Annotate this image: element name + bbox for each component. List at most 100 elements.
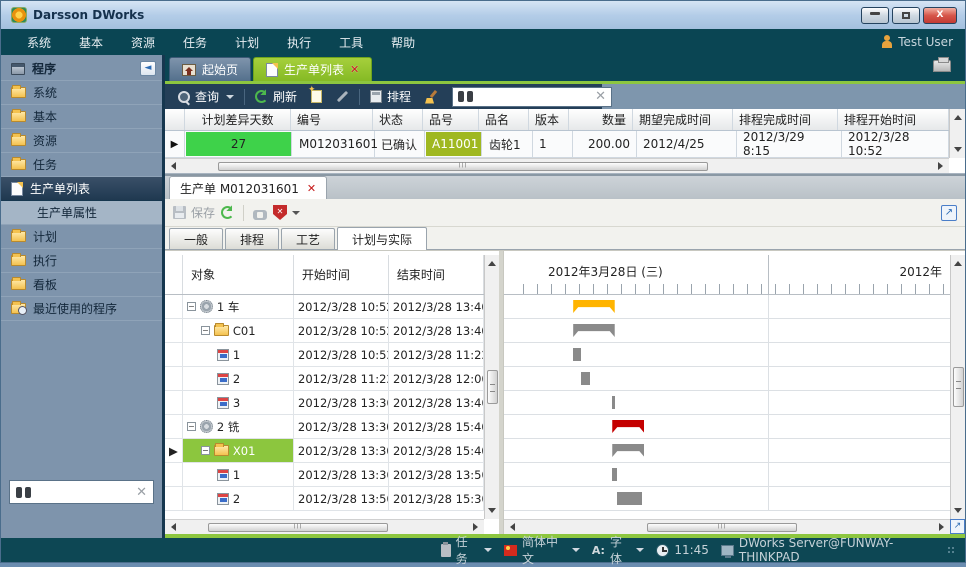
sidebar-item-system[interactable]: 系统 [1,81,162,105]
gantt-bar-machine2[interactable] [612,420,644,433]
gantt-bar-op1[interactable] [573,348,580,361]
col-plan-diff-days[interactable]: 计划差异天数 [185,109,291,130]
tab-order-list[interactable]: 生产单列表 ✕ [253,57,372,81]
tab-home[interactable]: 起始页 [169,57,251,81]
tree-table-vscrollbar[interactable] [484,255,499,519]
col-sched-finish[interactable]: 排程完成时间 [733,109,838,130]
tab-process[interactable]: 工艺 [281,228,335,249]
cell-status: 已确认 [375,131,425,157]
folder-icon [11,135,26,146]
tab-plan-vs-actual[interactable]: 计划与实际 [337,227,427,250]
gantt-bar-c01[interactable] [573,324,615,337]
gantt-bar-op1b[interactable] [612,468,617,481]
sidebar-item-resource[interactable]: 资源 [1,129,162,153]
schedule-button[interactable]: 排程 [363,86,418,107]
col-object[interactable]: 对象 [183,255,294,294]
sidebar-search-input[interactable] [37,485,130,499]
document-tab-bar: 起始页 生产单列表 ✕ [165,55,965,81]
menu-help[interactable]: 帮助 [377,30,429,55]
collapse-expander-icon[interactable]: − [201,326,210,335]
minimize-button[interactable] [861,7,889,24]
menu-resource[interactable]: 资源 [117,30,169,55]
menu-plan[interactable]: 计划 [221,30,273,55]
sidebar-item-recent[interactable]: 最近使用的程序 [1,297,162,321]
col-item-no[interactable]: 品号 [423,109,479,130]
sidebar-item-task[interactable]: 任务 [1,153,162,177]
gantt-hscrollbar[interactable] [504,519,950,534]
gantt-bar-op2b[interactable] [617,492,642,505]
col-status[interactable]: 状态 [373,109,423,130]
col-version[interactable]: 版本 [529,109,569,130]
gantt-popout-icon[interactable]: ↗ [950,519,965,534]
sidebar-search-clear-icon[interactable]: ✕ [136,485,147,500]
resize-grip[interactable] [947,546,955,554]
popout-icon[interactable]: ↗ [941,205,957,221]
tree-row-op2b[interactable]: 2 2012/3/28 13:50 2012/3/28 15:30 [165,487,499,511]
sidebar-item-order-list[interactable]: 生产单列表 [1,177,162,201]
table-row[interactable]: ▶ 27 M012031601 已确认 A11001 齿轮1 1 200.00 … [165,131,965,158]
col-qty[interactable]: 数量 [569,109,633,130]
menu-system[interactable]: 系统 [13,30,65,55]
gantt-bar-machine1[interactable] [573,300,615,313]
tree-row-x01-selected[interactable]: ▶ −X01 2012/3/28 13:30 2012/3/28 15:40 [165,439,499,463]
col-end-time[interactable]: 结束时间 [389,255,484,294]
edit-button[interactable] [329,93,356,100]
tree-row-op3[interactable]: 3 2012/3/28 13:30 2012/3/28 13:40 [165,391,499,415]
menu-execute[interactable]: 执行 [273,30,325,55]
orders-grid-hscrollbar[interactable] [165,158,949,173]
collapse-expander-icon[interactable]: − [187,422,196,431]
tree-row-c01[interactable]: −C01 2012/3/28 10:52 2012/3/28 13:40 [165,319,499,343]
gantt-bar-op2[interactable] [581,372,590,385]
toolbar-search-clear-icon[interactable]: ✕ [595,89,606,104]
printer-icon[interactable] [933,60,951,72]
col-expected-finish[interactable]: 期望完成时间 [633,109,733,130]
tab-close-icon[interactable]: ✕ [350,63,359,76]
menu-tools[interactable]: 工具 [325,30,377,55]
gantt-bar-x01[interactable] [612,444,644,457]
tree-row-op1b[interactable]: 1 2012/3/28 13:30 2012/3/28 13:50 [165,463,499,487]
sidebar-item-execute[interactable]: 执行 [1,249,162,273]
tab-schedule[interactable]: 排程 [225,228,279,249]
col-sched-start[interactable]: 排程开始时间 [838,109,949,130]
detail-tab[interactable]: 生产单 M012031601 ✕ [169,176,327,199]
statusbar-task-menu[interactable]: 任务 [441,533,492,567]
restore-button[interactable] [892,7,920,24]
collapse-expander-icon[interactable]: − [187,302,196,311]
link-button[interactable] [253,208,267,218]
sidebar-item-plan[interactable]: 计划 [1,225,162,249]
orders-grid-vscrollbar[interactable] [949,109,965,158]
tree-table-hscrollbar[interactable] [165,519,484,534]
statusbar-font-menu[interactable]: A: 字体 [592,533,645,567]
tree-row-op2[interactable]: 2 2012/3/28 11:22 2012/3/28 12:00 [165,367,499,391]
tab-general[interactable]: 一般 [169,228,223,249]
col-item-name[interactable]: 品名 [479,109,529,130]
col-start-time[interactable]: 开始时间 [294,255,389,294]
detail-tab-close-icon[interactable]: ✕ [307,182,316,195]
sidebar-item-basic[interactable]: 基本 [1,105,162,129]
detail-refresh-button[interactable] [221,206,234,219]
tree-row-op1[interactable]: 1 2012/3/28 10:52 2012/3/28 11:22 [165,343,499,367]
close-button[interactable]: X [923,7,957,24]
sidebar-item-board[interactable]: 看板 [1,273,162,297]
new-button[interactable] [304,88,329,105]
gantt-vscrollbar[interactable] [950,255,965,519]
sidebar-item-order-props[interactable]: 生产单属性 [1,201,162,225]
col-code[interactable]: 编号 [291,109,373,130]
chevron-down-icon [484,548,492,552]
save-button[interactable]: 保存 [173,204,215,221]
tree-row-machine-2[interactable]: −2 铣 2012/3/28 13:30 2012/3/28 15:40 [165,415,499,439]
query-button[interactable]: 查询 [171,86,241,107]
sidebar-collapse-button[interactable]: ◄ [140,61,156,76]
menu-task[interactable]: 任务 [169,30,221,55]
gantt-bar-op3[interactable] [612,396,614,409]
validate-button[interactable]: ✕ [273,205,300,220]
tree-table-pane: 对象 开始时间 结束时间 −1 车 2012/3/28 10:52 2012/3… [165,251,503,534]
toolbar-search-input[interactable] [478,90,590,104]
collapse-expander-icon[interactable]: − [201,446,210,455]
tree-row-machine-1[interactable]: −1 车 2012/3/28 10:52 2012/3/28 13:40 [165,295,499,319]
clear-button[interactable] [418,88,446,106]
menu-basic[interactable]: 基本 [65,30,117,55]
statusbar-language-menu[interactable]: 简体中文 [504,533,580,567]
user-badge[interactable]: Test User [881,35,953,49]
refresh-button[interactable]: 刷新 [248,86,304,107]
